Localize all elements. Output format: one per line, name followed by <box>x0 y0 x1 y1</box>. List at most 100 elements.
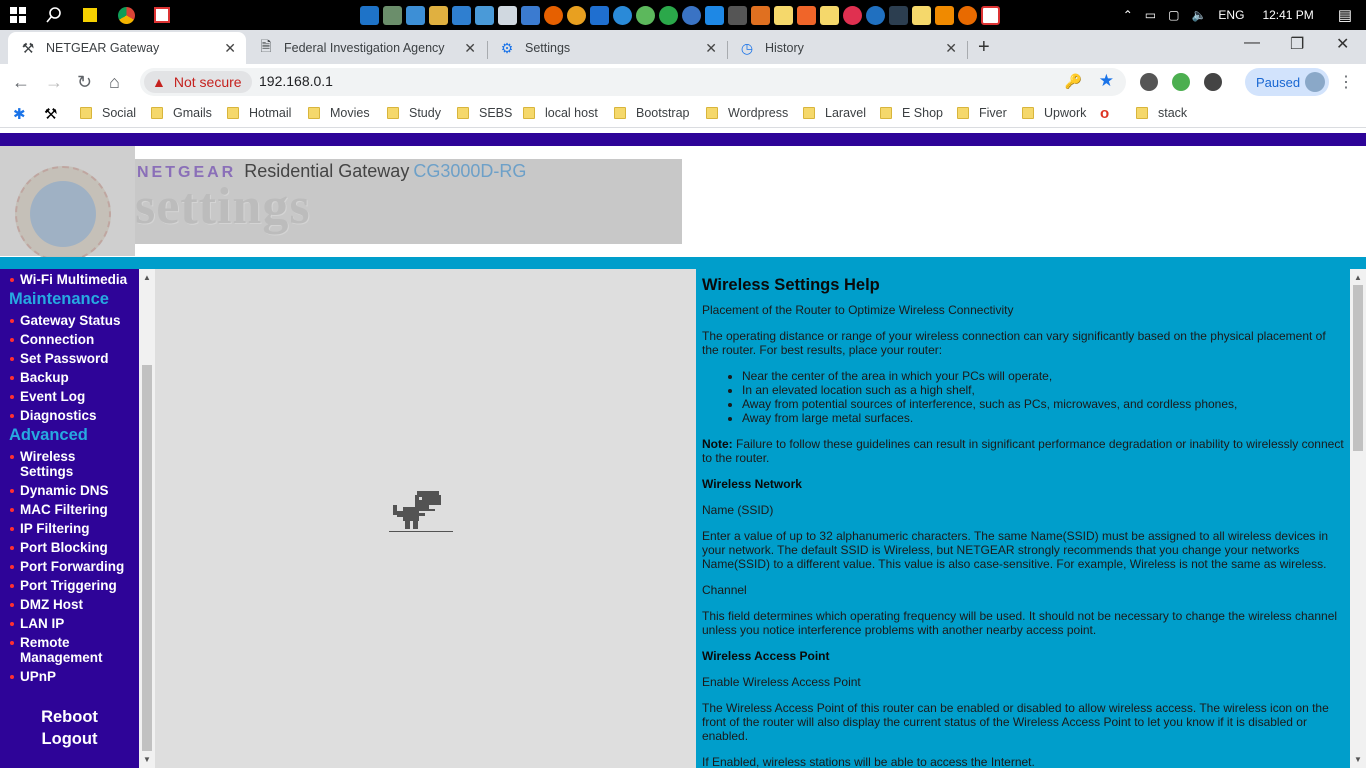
sidebar-item-upnp[interactable]: UPnP <box>10 669 56 684</box>
sidebar-item-wifi-multimedia[interactable]: Wi-Fi Multimedia <box>10 272 127 287</box>
app-icon[interactable] <box>728 5 747 25</box>
apps-icon[interactable]: ✱ <box>13 105 26 123</box>
sidebar-item-wireless-settings[interactable]: Wireless Settings <box>10 449 100 479</box>
restore-icon[interactable]: ❐ <box>1290 34 1304 54</box>
clock[interactable]: 12:41 PM <box>1250 8 1331 22</box>
home-icon[interactable]: ⌂ <box>109 72 120 93</box>
xampp-icon[interactable] <box>958 5 977 25</box>
minimize-icon[interactable]: — <box>1244 34 1260 52</box>
app-icon[interactable] <box>613 5 632 25</box>
netgear-app-icon[interactable] <box>981 5 1000 25</box>
app-icon[interactable] <box>475 5 494 25</box>
app-icon[interactable] <box>682 5 701 25</box>
close-icon[interactable]: ✕ <box>224 40 236 57</box>
volume-icon[interactable]: 🔈 <box>1185 8 1212 22</box>
tab-settings[interactable]: ⚙ Settings ✕ <box>487 32 727 64</box>
close-icon[interactable]: ✕ <box>464 40 476 57</box>
folder-icon[interactable] <box>820 5 839 25</box>
recycle-icon[interactable] <box>498 5 517 25</box>
tools-icon[interactable]: ⚒ <box>44 105 57 123</box>
key-icon[interactable]: 🔑 <box>1065 73 1082 90</box>
bookmark-laravel[interactable]: Laravel <box>803 106 866 120</box>
more-menu-icon[interactable]: ⋮ <box>1338 72 1354 92</box>
sublime-icon[interactable] <box>751 5 770 25</box>
help-scrollbar[interactable]: ▲ ▼ <box>1350 269 1366 768</box>
bookmark-study[interactable]: Study <box>387 106 441 120</box>
app-icon[interactable] <box>866 5 885 25</box>
bookmark-social[interactable]: Social <box>80 106 136 120</box>
music-icon[interactable] <box>843 5 862 25</box>
app-link-icon[interactable]: о <box>1100 105 1109 122</box>
tab-history[interactable]: ◷ History ✕ <box>727 32 967 64</box>
sidebar-item-gateway-status[interactable]: Gateway Status <box>10 313 121 328</box>
bookmark-upwork[interactable]: Upwork <box>1022 106 1086 120</box>
chrome-icon[interactable] <box>108 0 144 30</box>
bookmark-local-host[interactable]: local host <box>523 106 598 120</box>
sidebar-item-ip-filtering[interactable]: IP Filtering <box>10 521 90 536</box>
chevron-up-icon[interactable]: ⌃ <box>1117 8 1139 22</box>
bookmark-fiver[interactable]: Fiver <box>957 106 1007 120</box>
bookmark-movies[interactable]: Movies <box>308 106 370 120</box>
utorrent-icon[interactable] <box>636 5 655 25</box>
sidebar-item-port-forwarding[interactable]: Port Forwarding <box>10 559 124 574</box>
vlc-icon[interactable] <box>935 5 954 25</box>
back-icon[interactable]: ← <box>12 72 30 93</box>
sidebar-item-diagnostics[interactable]: Diagnostics <box>10 408 97 423</box>
bookmark-hotmail[interactable]: Hotmail <box>227 106 291 120</box>
computer-icon[interactable] <box>406 5 425 25</box>
onedrive-icon[interactable] <box>360 5 379 25</box>
url-text[interactable]: 192.168.0.1 <box>259 73 333 89</box>
sticky-notes-icon[interactable] <box>72 0 108 30</box>
new-tab-icon[interactable]: + <box>978 36 990 59</box>
scroll-down-icon[interactable]: ▼ <box>143 755 151 764</box>
sidebar-item-backup[interactable]: Backup <box>10 370 69 385</box>
sidebar-item-event-log[interactable]: Event Log <box>10 389 85 404</box>
scrollbar-thumb[interactable] <box>1353 285 1363 451</box>
security-chip[interactable]: ▲ Not secure <box>144 71 252 93</box>
folder-icon[interactable] <box>774 5 793 25</box>
logout-link[interactable]: Logout <box>0 730 139 749</box>
profile-paused-button[interactable]: Paused <box>1245 68 1329 96</box>
sidebar-item-lan-ip[interactable]: LAN IP <box>10 616 64 631</box>
sidebar-scrollbar[interactable]: ▲ ▼ <box>139 269 155 768</box>
sidebar-item-dmz-host[interactable]: DMZ Host <box>10 597 83 612</box>
close-icon[interactable]: ✕ <box>945 40 957 57</box>
notification-icon[interactable]: ▤ <box>1332 6 1366 24</box>
bookmark-gmails[interactable]: Gmails <box>151 106 212 120</box>
language-indicator[interactable]: ENG <box>1212 8 1250 22</box>
app-icon[interactable] <box>521 5 540 25</box>
netgear-app-icon[interactable] <box>144 0 180 30</box>
folder-icon[interactable] <box>429 5 448 25</box>
app-icon[interactable] <box>659 5 678 25</box>
bookmark-stack[interactable]: stack <box>1136 106 1187 120</box>
bookmark-e-shop[interactable]: E Shop <box>880 106 943 120</box>
close-window-icon[interactable]: ✕ <box>1336 34 1349 54</box>
bookmark-bootstrap[interactable]: Bootstrap <box>614 106 690 120</box>
reboot-link[interactable]: Reboot <box>0 708 139 727</box>
offline-dino-icon[interactable] <box>389 491 453 535</box>
close-icon[interactable]: ✕ <box>705 40 717 57</box>
scroll-up-icon[interactable]: ▲ <box>143 273 151 282</box>
bookmark-sebs[interactable]: SEBS <box>457 106 512 120</box>
sidebar-item-connection[interactable]: Connection <box>10 332 94 347</box>
search-icon[interactable] <box>36 0 72 30</box>
network-icon[interactable]: ▢ <box>1162 8 1185 22</box>
app-icon[interactable] <box>705 5 724 25</box>
tab-netgear-gateway[interactable]: ⚒ NETGEAR Gateway ✕ <box>8 32 246 64</box>
sidebar-item-dynamic-dns[interactable]: Dynamic DNS <box>10 483 109 498</box>
scroll-down-icon[interactable]: ▼ <box>1354 755 1362 764</box>
chrome-icon[interactable] <box>567 5 586 25</box>
sidebar-item-mac-filtering[interactable]: MAC Filtering <box>10 502 108 517</box>
tab-federal-investigation-agency[interactable]: 🗎 Federal Investigation Agency ✕ <box>246 32 486 64</box>
extension-icon[interactable] <box>1140 73 1158 91</box>
people-icon[interactable] <box>383 5 402 25</box>
html-icon[interactable] <box>797 5 816 25</box>
edge-icon[interactable] <box>590 5 609 25</box>
omnibox[interactable]: ▲ Not secure 192.168.0.1 🔑 ★ <box>140 68 1126 96</box>
sidebar-item-port-blocking[interactable]: Port Blocking <box>10 540 108 555</box>
extension-icon[interactable] <box>1204 73 1222 91</box>
sidebar-item-set-password[interactable]: Set Password <box>10 351 109 366</box>
forward-icon[interactable]: → <box>45 72 63 93</box>
bookmark-star-icon[interactable]: ★ <box>1099 71 1114 91</box>
network-icon[interactable] <box>452 5 471 25</box>
